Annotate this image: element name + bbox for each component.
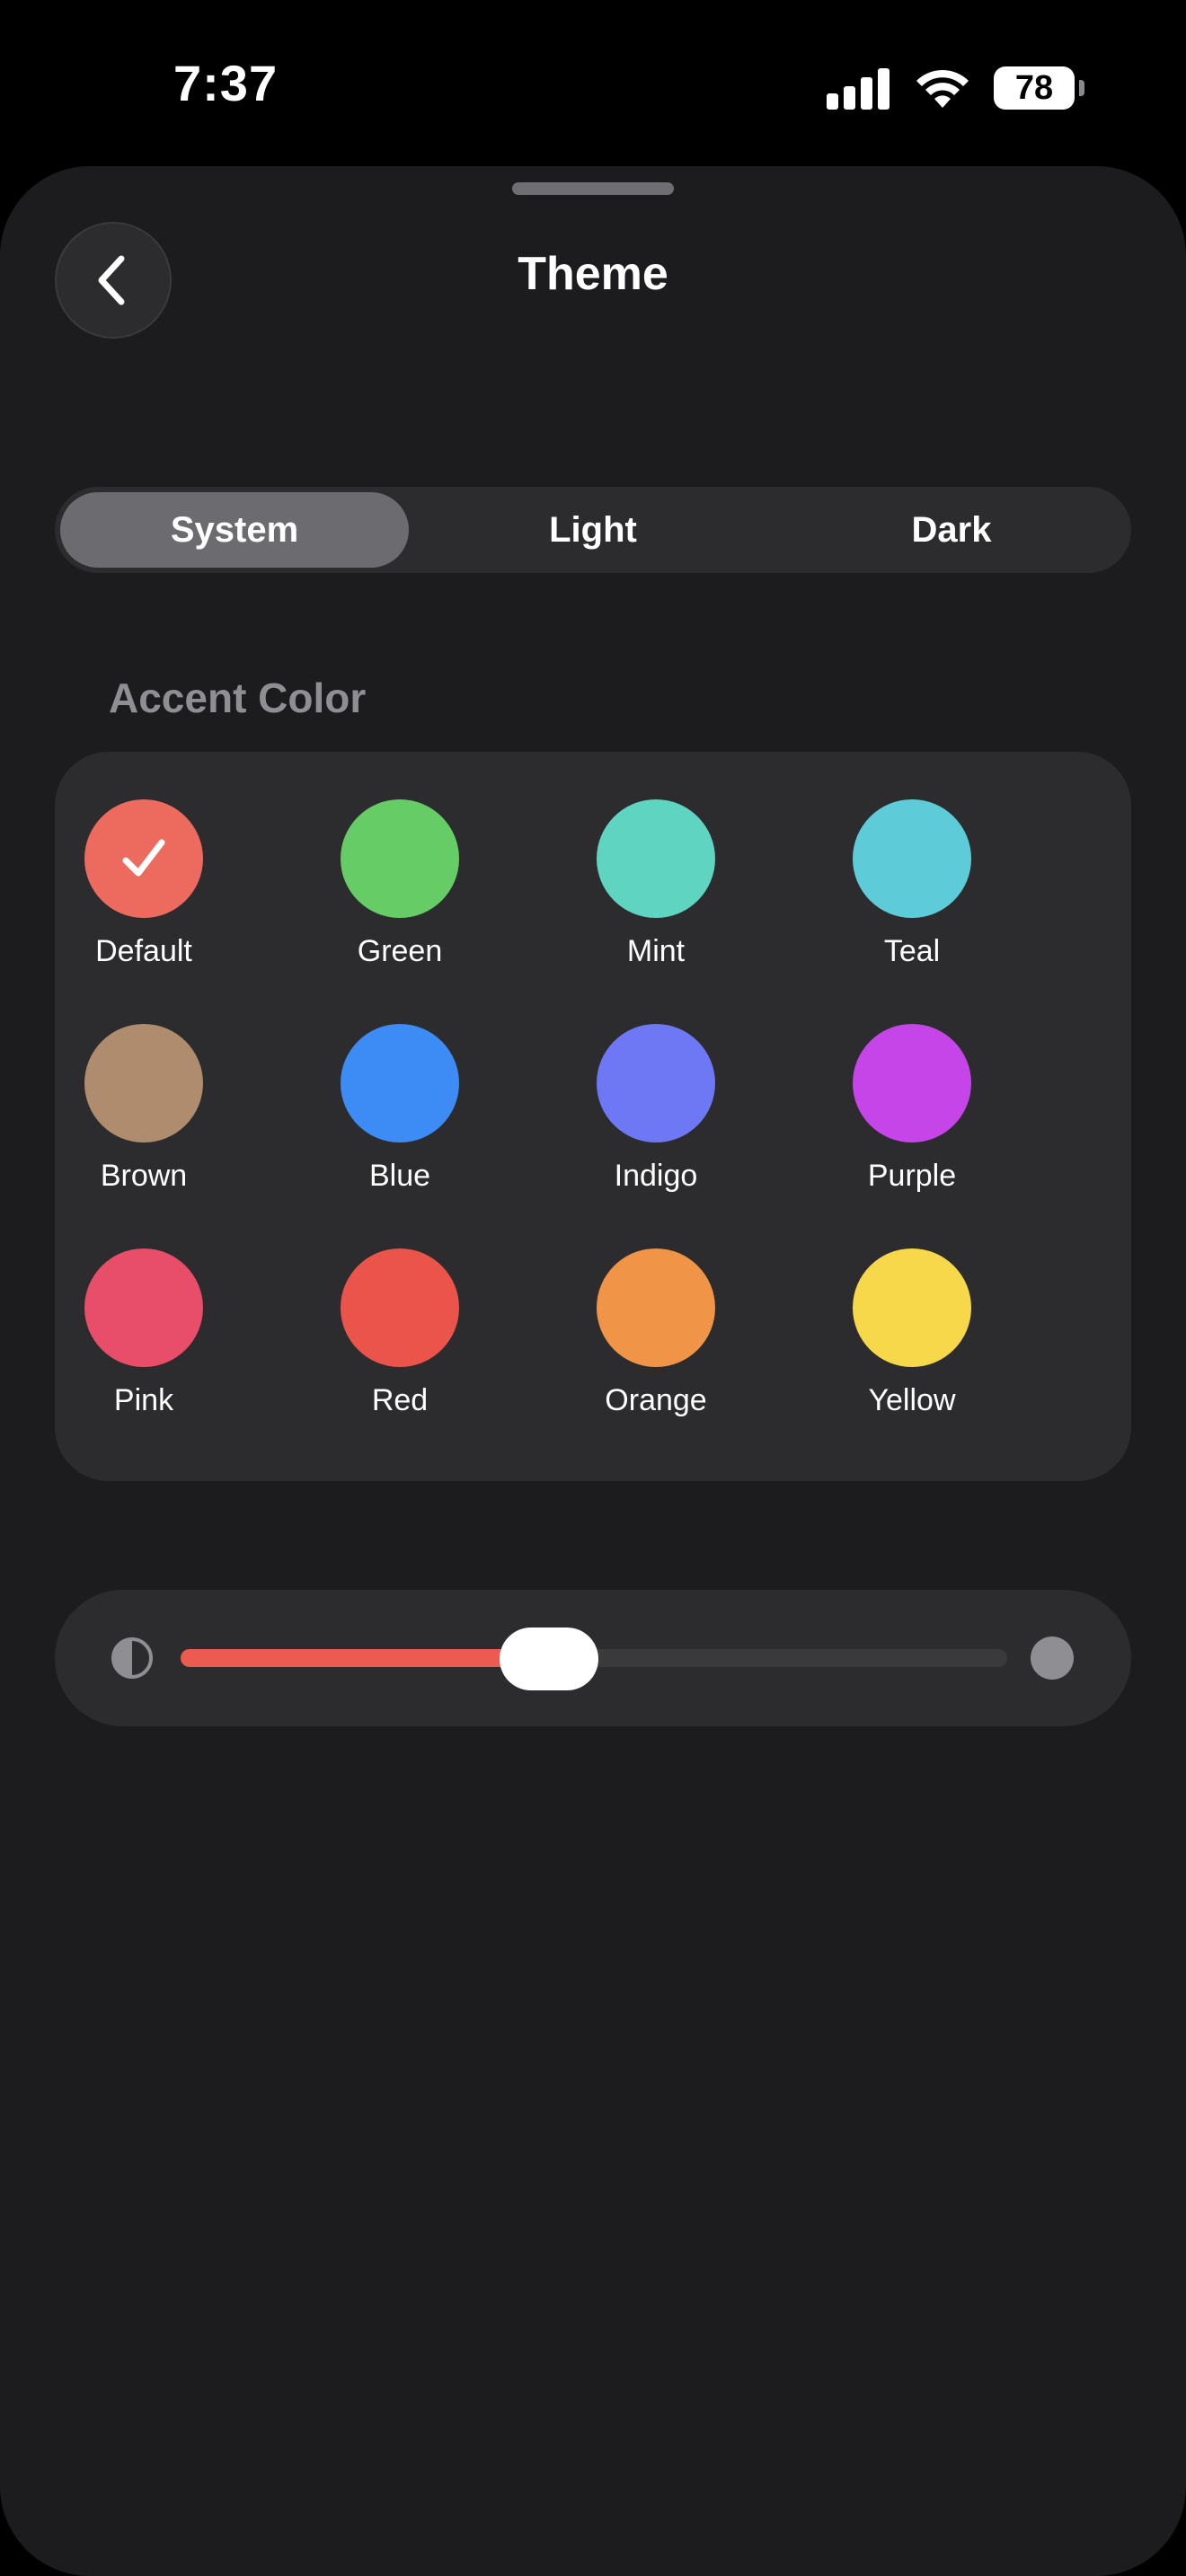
appearance-segmented-control: System Light Dark <box>55 487 1131 573</box>
battery-level: 78 <box>1014 69 1054 107</box>
accent-color-dot[interactable] <box>853 799 971 918</box>
wifi-icon <box>916 69 969 108</box>
accent-swatch-label: Blue <box>368 1159 431 1193</box>
accent-color-dot[interactable] <box>597 799 715 918</box>
battery-icon: 78 <box>994 66 1075 110</box>
back-button[interactable] <box>55 222 172 339</box>
accent-swatch-blue[interactable]: Blue <box>301 1024 499 1204</box>
accent-color-dot[interactable] <box>341 1248 459 1367</box>
accent-color-dot[interactable] <box>597 1024 715 1142</box>
accent-swatch-label: Pink <box>113 1383 174 1417</box>
accent-swatch-label: Red <box>371 1383 429 1417</box>
tab-light[interactable]: Light <box>419 492 767 568</box>
accent-swatch-label: Mint <box>626 934 686 968</box>
theme-sheet: Theme System Light Dark Accent Color Def… <box>0 166 1186 2576</box>
accent-swatch-yellow[interactable]: Yellow <box>813 1248 1011 1428</box>
accent-swatch-label: Purple <box>867 1159 957 1193</box>
accent-swatch-red[interactable]: Red <box>301 1248 499 1428</box>
chevron-left-icon <box>98 255 125 305</box>
contrast-icon <box>111 1637 153 1679</box>
tab-system[interactable]: System <box>60 492 409 568</box>
accent-swatch-pink[interactable]: Pink <box>45 1248 243 1428</box>
accent-swatch-purple[interactable]: Purple <box>813 1024 1011 1204</box>
accent-color-dot[interactable] <box>853 1248 971 1367</box>
tab-dark[interactable]: Dark <box>777 492 1126 568</box>
accent-color-dot[interactable] <box>84 799 203 918</box>
accent-color-dot[interactable] <box>597 1248 715 1367</box>
accent-swatch-label: Brown <box>100 1159 188 1193</box>
accent-swatch-default[interactable]: Default <box>45 799 243 979</box>
accent-swatch-label: Orange <box>605 1383 707 1417</box>
accent-color-dot[interactable] <box>853 1024 971 1142</box>
accent-color-dot[interactable] <box>341 1024 459 1142</box>
accent-swatch-brown[interactable]: Brown <box>45 1024 243 1204</box>
contrast-slider-panel <box>55 1590 1131 1726</box>
accent-swatch-orange[interactable]: Orange <box>557 1248 755 1428</box>
accent-swatch-mint[interactable]: Mint <box>557 799 755 979</box>
status-bar: 7:37 78 <box>0 0 1186 166</box>
sheet-grabber[interactable] <box>512 182 674 195</box>
accent-color-dot[interactable] <box>341 799 459 918</box>
accent-color-dot[interactable] <box>84 1024 203 1142</box>
accent-swatch-label: Teal <box>883 934 941 968</box>
accent-swatch-indigo[interactable]: Indigo <box>557 1024 755 1204</box>
accent-color-heading: Accent Color <box>109 675 367 721</box>
accent-swatch-label: Yellow <box>868 1383 956 1417</box>
accent-swatch-label: Indigo <box>614 1159 698 1193</box>
accent-color-panel: Default Green Mint Teal Brown Blue Indigo Purpl… <box>55 752 1131 1481</box>
status-icons: 78 <box>827 0 1186 166</box>
accent-swatch-label: Default <box>95 934 192 968</box>
page-title: Theme <box>518 248 668 300</box>
checkmark-icon <box>122 839 165 877</box>
accent-swatch-label: Green <box>357 934 443 968</box>
circle-icon <box>1031 1636 1074 1680</box>
status-time: 7:37 <box>173 55 279 111</box>
accent-color-dot[interactable] <box>84 1248 203 1367</box>
accent-swatch-teal[interactable]: Teal <box>813 799 1011 979</box>
slider-thumb[interactable] <box>500 1628 598 1690</box>
battery-cap <box>1079 80 1084 96</box>
accent-swatch-green[interactable]: Green <box>301 799 499 979</box>
cellular-signal-icon <box>827 66 891 110</box>
